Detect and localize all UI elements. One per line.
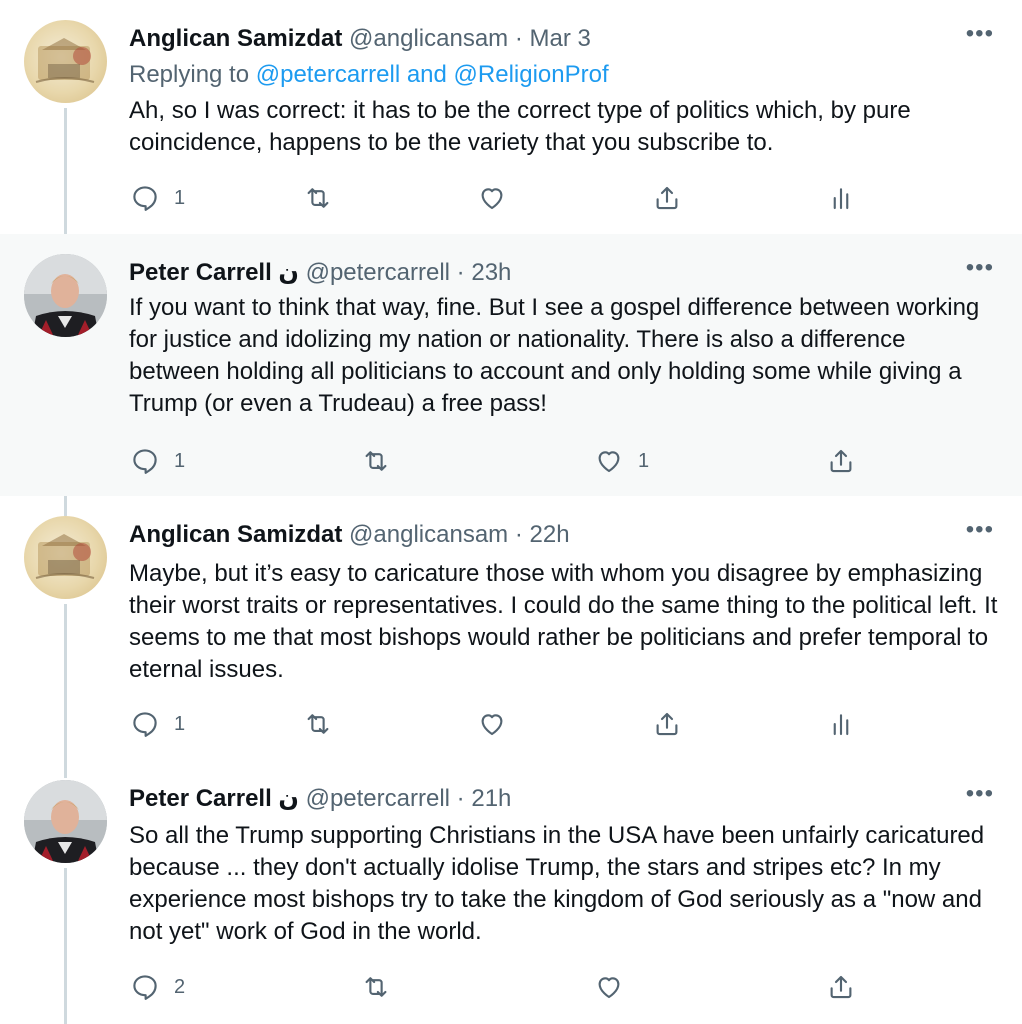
reply-icon [133,712,157,737]
name-suffix: ن [278,785,299,812]
display-name[interactable]: Anglican Samizdat [129,521,342,548]
retweet-icon [307,714,329,734]
user-handle[interactable]: @anglicansam [349,521,508,548]
separator-dot: · [514,521,523,548]
tweet[interactable]: Peter Carrell ن @petercarrell · 23h ••• … [0,234,1022,496]
tweet-text: Maybe, but it’s easy to caricature those… [129,560,998,683]
retweet-button[interactable] [361,444,391,478]
retweet-icon [307,188,329,208]
analytics-icon [833,714,849,736]
tweet-text: So all the Trump supporting Christians i… [129,822,985,945]
reply-button[interactable]: 1 [130,181,185,215]
reply-button[interactable]: 1 [130,707,185,741]
tweet-header: Anglican Samizdat @anglicansam · Mar 3 [129,24,932,54]
tweet-header: Peter Carrell ن @petercarrell · 23h [129,258,932,288]
like-button[interactable] [477,181,521,215]
share-button[interactable] [826,444,856,478]
user-handle[interactable]: @anglicansam [349,25,508,52]
reply-icon [133,186,157,211]
replying-to-link[interactable]: @petercarrell and @ReligionProf [256,61,609,88]
more-options-icon[interactable]: ••• [966,516,994,544]
more-options-icon[interactable]: ••• [966,780,994,808]
timestamp[interactable]: 21h [471,785,511,812]
tweet[interactable]: Anglican Samizdat @anglicansam · Mar 3 •… [0,0,1022,234]
reply-icon [133,975,157,1000]
reply-count: 1 [174,449,186,472]
like-icon [481,188,503,210]
share-icon [656,712,678,736]
tweet-text: Ah, so I was correct: it has to be the c… [129,97,911,156]
more-options-icon[interactable]: ••• [966,20,994,48]
name-suffix: ن [278,259,299,286]
share-button[interactable] [826,970,856,1004]
reply-button[interactable]: 1 [130,444,185,478]
tweet[interactable]: Peter Carrell ن @petercarrell · 21h ••• … [0,762,1022,1024]
display-name[interactable]: Peter Carrell [129,785,272,812]
retweet-icon [365,451,387,471]
tweet-header: Anglican Samizdat @anglicansam · 22h [129,520,932,550]
timestamp[interactable]: 23h [471,259,511,286]
avatar[interactable] [24,516,107,599]
share-icon [830,449,852,473]
reply-count: 2 [174,975,186,998]
separator-dot: · [514,25,523,52]
share-icon [830,975,852,999]
tweet[interactable]: Anglican Samizdat @anglicansam · 22h •••… [0,496,1022,762]
like-icon [598,451,620,473]
share-button[interactable] [652,707,682,741]
like-icon [481,714,503,736]
like-button[interactable] [594,970,638,1004]
analytics-icon [833,188,849,210]
more-options-icon[interactable]: ••• [966,254,994,282]
like-icon [598,977,620,999]
timestamp[interactable]: 22h [530,521,570,548]
user-handle[interactable]: @petercarrell [306,785,450,812]
timestamp[interactable]: Mar 3 [530,25,591,52]
retweet-button[interactable] [303,707,333,741]
tweet-header: Peter Carrell ن @petercarrell · 21h [129,784,932,814]
like-button[interactable] [477,707,521,741]
reply-icon [133,449,157,474]
share-icon [656,186,678,210]
avatar[interactable] [24,254,107,337]
retweet-button[interactable] [361,970,391,1004]
avatar[interactable] [24,20,107,103]
like-count: 1 [638,449,650,472]
avatar[interactable] [24,780,107,863]
analytics-button[interactable] [826,181,856,215]
user-handle[interactable]: @petercarrell [306,259,450,286]
retweet-button[interactable] [303,181,333,215]
retweet-icon [365,977,387,997]
display-name[interactable]: Peter Carrell [129,259,272,286]
separator-dot: · [456,259,465,286]
replying-to: Replying to @petercarrell and @ReligionP… [129,60,609,90]
reply-count: 1 [174,186,186,209]
reply-count: 1 [174,712,186,735]
reply-button[interactable]: 2 [130,970,185,1004]
share-button[interactable] [652,181,682,215]
display-name[interactable]: Anglican Samizdat [129,25,342,52]
separator-dot: · [456,785,465,812]
analytics-button[interactable] [826,707,856,741]
tweet-text: If you want to think that way, fine. But… [129,294,980,417]
replying-to-label: Replying to [129,61,250,88]
like-button[interactable]: 1 [594,444,649,478]
